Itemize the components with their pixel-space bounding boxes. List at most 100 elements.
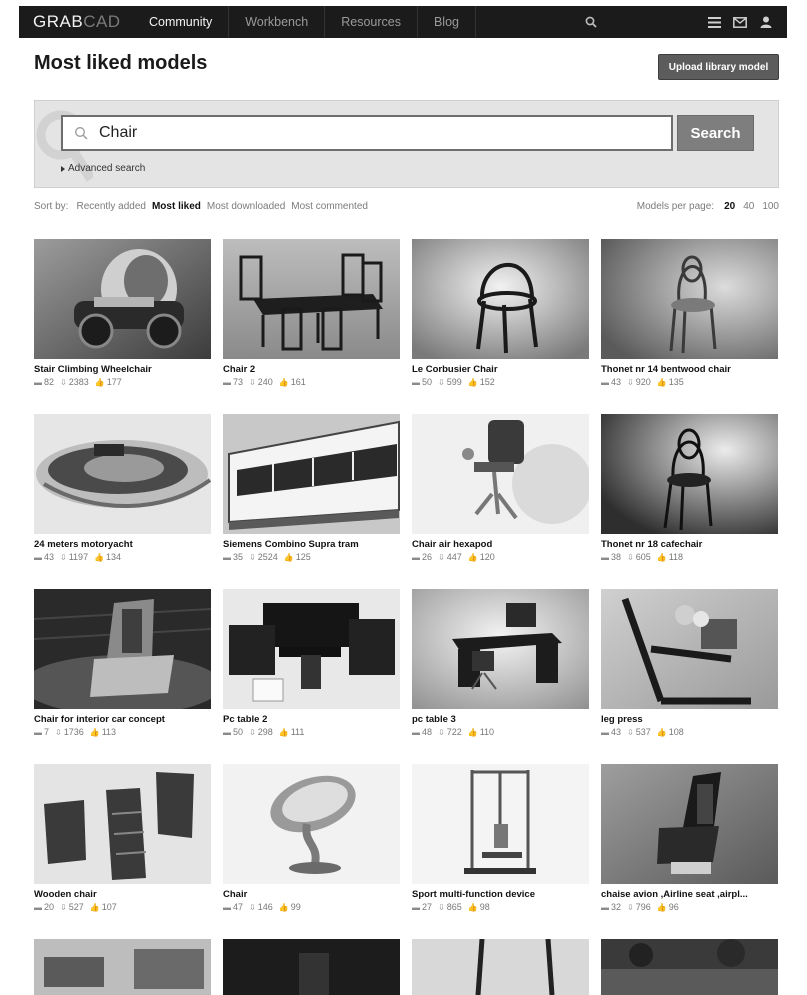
download-count: ⇩ 865 [438, 902, 462, 912]
model-card[interactable]: Sport multi-function device ▬ 27 ⇩ 865 👍 98 [412, 764, 589, 912]
thumbs-up-icon: 👍 [89, 902, 100, 912]
model-thumbnail[interactable] [34, 414, 211, 534]
model-card[interactable]: Thonet nr 18 cafechair ▬ 38 ⇩ 605 👍 118 [601, 414, 778, 562]
like-count: 👍 118 [656, 552, 684, 562]
model-thumbnail[interactable] [223, 239, 400, 359]
model-title[interactable]: Chair 2 [223, 364, 400, 375]
model-thumbnail[interactable] [34, 764, 211, 884]
model-thumbnail[interactable] [223, 414, 400, 534]
nav-tab-blog[interactable]: Blog [416, 6, 476, 38]
model-title[interactable]: pc table 3 [412, 714, 589, 725]
messages-button[interactable] [729, 6, 751, 38]
model-card[interactable]: Stair Climbing Wheelchair ▬ 82 ⇩ 2383 👍 177 [34, 239, 211, 387]
model-card[interactable] [412, 939, 589, 995]
per-page-option-100[interactable]: 100 [762, 201, 779, 212]
model-card[interactable] [34, 939, 211, 995]
model-title[interactable]: leg press [601, 714, 778, 725]
comment-count: ▬ 48 [412, 727, 433, 737]
advanced-search-link[interactable]: Advanced search [61, 163, 145, 174]
like-count: 👍 135 [656, 377, 684, 387]
model-thumbnail[interactable] [601, 589, 778, 709]
model-card[interactable]: Chair for interior car concept ▬ 7 ⇩ 1736 … [34, 589, 211, 737]
model-card[interactable]: Chair ▬ 47 ⇩ 146 👍 99 [223, 764, 400, 912]
model-title[interactable]: Stair Climbing Wheelchair [34, 364, 211, 375]
model-thumbnail[interactable] [34, 239, 211, 359]
download-count: ⇩ 2524 [249, 552, 278, 562]
model-thumbnail[interactable] [223, 589, 400, 709]
nav-tab-resources[interactable]: Resources [324, 6, 417, 38]
search-input[interactable] [99, 124, 639, 142]
download-icon: ⇩ [627, 377, 634, 387]
model-thumbnail[interactable] [34, 939, 211, 995]
model-card[interactable]: Chair air hexapod ▬ 26 ⇩ 447 👍 120 [412, 414, 589, 562]
model-thumbnail[interactable] [412, 239, 589, 359]
per-page-option-40[interactable]: 40 [743, 201, 754, 212]
model-title[interactable]: Wooden chair [34, 889, 211, 900]
model-thumbnail[interactable] [223, 764, 400, 884]
download-icon: ⇩ [438, 902, 445, 912]
model-thumbnail[interactable] [601, 939, 778, 995]
model-card[interactable]: Siemens Combino Supra tram ▬ 35 ⇩ 2524 👍 12… [223, 414, 400, 562]
model-card[interactable]: pc table 3 ▬ 48 ⇩ 722 👍 110 [412, 589, 589, 737]
model-title[interactable]: 24 meters motoryacht [34, 539, 211, 550]
sort-option-most-commented[interactable]: Most commented [291, 201, 368, 212]
model-card[interactable]: Wooden chair ▬ 20 ⇩ 527 👍 107 [34, 764, 211, 912]
search-field[interactable] [61, 115, 673, 151]
model-thumbnail[interactable] [601, 764, 778, 884]
menu-button[interactable] [703, 6, 725, 38]
model-card[interactable]: Le Corbusier Chair ▬ 50 ⇩ 599 👍 152 [412, 239, 589, 387]
model-card[interactable]: Chair 2 ▬ 73 ⇩ 240 👍 161 [223, 239, 400, 387]
nav-tab-workbench[interactable]: Workbench [228, 6, 324, 38]
model-thumbnail[interactable] [412, 764, 589, 884]
model-title[interactable]: Le Corbusier Chair [412, 364, 589, 375]
model-thumbnail[interactable] [601, 239, 778, 359]
download-icon: ⇩ [60, 377, 67, 387]
model-title[interactable]: Thonet nr 14 bentwood chair [601, 364, 778, 375]
nav-tab-community[interactable]: Community [137, 6, 228, 38]
model-title[interactable]: Thonet nr 18 cafechair [601, 539, 778, 550]
model-card[interactable]: Pc table 2 ▬ 50 ⇩ 298 👍 111 [223, 589, 400, 737]
profile-button[interactable] [755, 6, 777, 38]
comment-icon: ▬ [223, 552, 231, 562]
model-title[interactable]: Chair [223, 889, 400, 900]
menu-icon [707, 16, 721, 28]
model-card[interactable]: leg press ▬ 43 ⇩ 537 👍 108 [601, 589, 778, 737]
model-stats: ▬ 50 ⇩ 599 👍 152 [412, 377, 589, 387]
model-thumbnail[interactable] [412, 589, 589, 709]
comment-icon: ▬ [601, 377, 609, 387]
model-thumbnail[interactable] [601, 414, 778, 534]
grabcad-logo[interactable]: GRABCAD [19, 12, 137, 32]
model-card[interactable]: Thonet nr 14 bentwood chair ▬ 43 ⇩ 920 👍 13… [601, 239, 778, 387]
nav-search-button[interactable] [571, 6, 611, 38]
model-thumbnail[interactable] [34, 589, 211, 709]
model-card[interactable] [601, 939, 778, 995]
sort-option-recently-added[interactable]: Recently added [76, 201, 146, 212]
model-card[interactable] [223, 939, 400, 995]
per-page-option-20[interactable]: 20 [724, 201, 735, 212]
model-title[interactable]: Chair for interior car concept [34, 714, 211, 725]
model-title[interactable]: Pc table 2 [223, 714, 400, 725]
page-title: Most liked models [34, 52, 208, 74]
comment-icon: ▬ [601, 727, 609, 737]
comment-count: ▬ 47 [223, 902, 244, 912]
model-thumbnail[interactable] [223, 939, 400, 995]
like-count: 👍 120 [467, 552, 495, 562]
sort-option-most-liked[interactable]: Most liked [152, 201, 201, 212]
model-card[interactable]: 24 meters motoryacht ▬ 43 ⇩ 1197 👍 134 [34, 414, 211, 562]
model-thumbnail[interactable] [412, 414, 589, 534]
thumbs-up-icon: 👍 [656, 377, 667, 387]
model-title[interactable]: Sport multi-function device [412, 889, 589, 900]
download-count: ⇩ 920 [627, 377, 651, 387]
upload-library-model-button[interactable]: Upload library model [658, 54, 779, 80]
model-title[interactable]: Siemens Combino Supra tram [223, 539, 400, 550]
comment-icon: ▬ [34, 377, 42, 387]
model-title[interactable]: chaise avion ,Airline seat ,airpl... [601, 889, 778, 900]
search-button[interactable]: Search [677, 115, 754, 151]
model-card[interactable]: chaise avion ,Airline seat ,airpl... ▬ 32… [601, 764, 778, 912]
model-title[interactable]: Chair air hexapod [412, 539, 589, 550]
download-count: ⇩ 537 [627, 727, 651, 737]
search-icon [585, 16, 597, 28]
sort-option-most-downloaded[interactable]: Most downloaded [207, 201, 285, 212]
model-thumbnail[interactable] [412, 939, 589, 995]
comment-icon: ▬ [223, 727, 231, 737]
